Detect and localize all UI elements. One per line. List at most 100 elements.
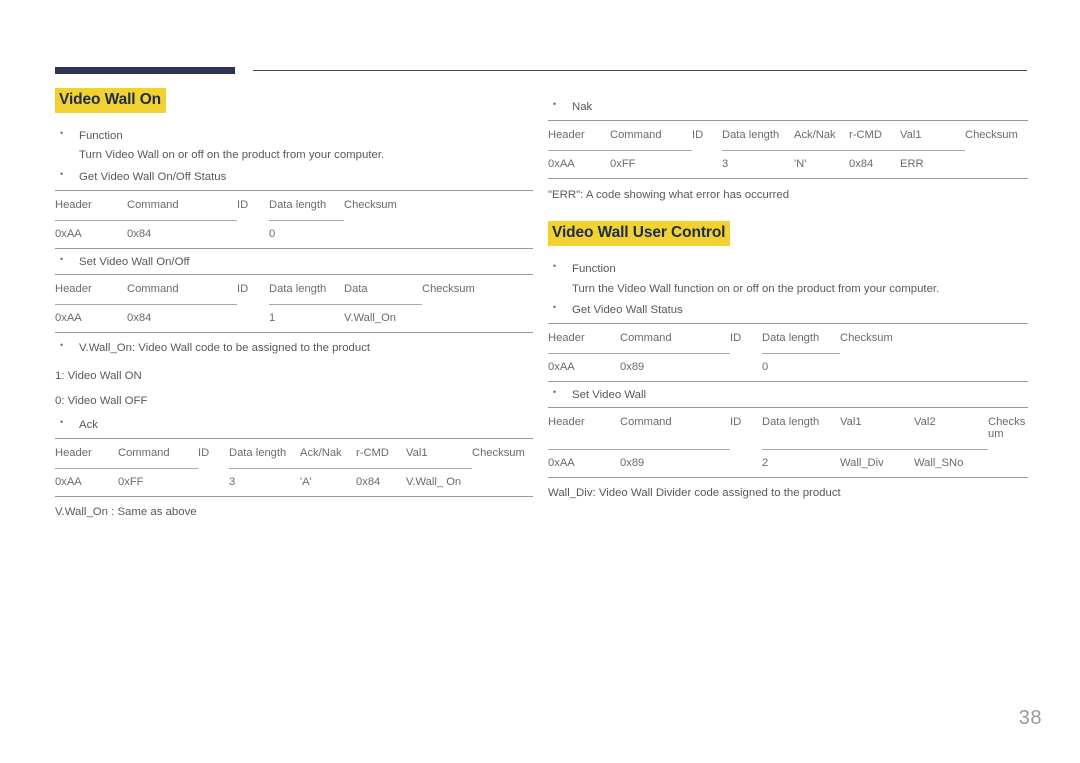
nak-label: Nak [572,101,593,113]
cell-command: 0x89 [620,353,730,382]
col-header-4: Val1 [840,407,914,450]
col-header-3: Data length [762,407,840,450]
col-header-0: Header [55,437,118,469]
get-status-bullet: Get Video Wall On/Off Status [55,167,533,188]
cell-val1: ERR [900,150,965,179]
table-row: 0xAA 0xFF 3 'N' 0x84 ERR [548,150,1028,179]
set-onoff-table-block: Header Command ID Data length Data Check… [55,274,533,334]
col-header-6: Checksum [988,407,1028,450]
cell-id [730,353,762,382]
cell-data: V.Wall_On [344,304,422,334]
cell-ack-nak: 'N' [794,150,849,179]
col-header-3: Data length [269,189,344,221]
cell-id [237,220,269,249]
col-header-1: Command [620,407,730,450]
table-row: 0xAA 0x84 0 [55,220,533,249]
ack-label: Ack [79,419,98,432]
get-status-bullet: Get Video Wall Status [548,300,1028,321]
col-header-1: Command [127,274,237,306]
col-header-1: Command [118,437,198,469]
col-header-2: ID [730,322,762,354]
table-header-row: Header Command ID Data length Ack/Nak r-… [548,119,1028,151]
col-header-0: Header [548,119,610,151]
cell-data-length: 0 [762,353,840,382]
function-bullet: Function Turn Video Wall on or off on th… [55,126,533,166]
col-header-5 [424,189,533,221]
col-header-2: ID [692,119,722,151]
cell-header: 0xAA [55,220,127,249]
page-header-rule [0,0,1080,74]
col-header-1: Command [620,322,730,354]
cell-checksum [344,220,424,249]
col-header-0: Header [548,322,620,354]
err-note: "ERR": A code showing what error has occ… [548,188,790,201]
code-note-text: V.Wall_On: Video Wall code to be assigne… [79,342,371,355]
header-accent-bar [55,67,235,74]
ack-note: V.Wall_On : Same as above [55,505,197,518]
cell-header: 0xAA [548,353,620,382]
set-onoff-label: Set Video Wall On/Off [79,255,190,268]
table-header-row: Header Command ID Data length Checksum [548,322,1028,354]
function-label: Function [572,263,616,276]
set-video-wall-table-block: Header Command ID Data length Val1 Val2 … [548,407,1028,478]
get-status-label: Get Video Wall On/Off Status [79,171,227,184]
table-row: 0xAA 0xFF 3 'A' 0x84 V.Wall_ On [55,468,533,497]
cell-data-length: 0 [269,220,344,249]
col-header-4: Checksum [840,322,920,354]
col-header-2: ID [730,407,762,450]
col-header-6: Val1 [406,437,472,469]
cell-spacer [424,220,533,249]
page-number: 38 [1018,707,1042,729]
function-bullet: Function Turn the Video Wall function on… [548,259,1028,299]
code-value-off: 0: Video Wall OFF [55,395,148,408]
col-header-0: Header [55,274,127,306]
nak-bullet: Nak [548,97,1028,118]
col-header-5: Val2 [914,407,988,450]
table-row: 0xAA 0x89 0 [548,353,1028,382]
table-row: 0xAA 0x89 2 Wall_Div Wall_SNo [548,449,1028,478]
col-header-5: Checksum [422,274,533,305]
right-column: Nak Header Command ID Data length Ack/Na… [548,88,1028,520]
get-status-table-block: Header Command ID Data length Checksum 0… [548,322,1028,382]
col-header-3: Data length [762,322,840,354]
left-heading-wrap: Video Wall On [55,88,533,125]
col-header-4: Data [344,274,422,306]
cell-checksum [988,449,1028,478]
col-header-5: r-CMD [849,119,900,151]
col-header-7: Checksum [472,437,533,469]
cell-id [198,468,229,497]
col-header-5: r-CMD [356,437,406,469]
nak-table-block: Header Command ID Data length Ack/Nak r-… [548,119,1028,179]
set-video-wall-table: Header Command ID Data length Val1 Val2 … [548,407,1028,478]
col-header-6: Val1 [900,119,965,151]
function-label: Function [79,129,123,142]
table-header-row: Header Command ID Data length Ack/Nak r-… [55,437,533,469]
cell-ack-nak: 'A' [300,468,356,497]
cell-header: 0xAA [548,150,610,179]
cell-val1: Wall_Div [840,449,914,478]
table-header-row: Header Command ID Data length Data Check… [55,274,533,306]
col-header-1: Command [127,189,237,221]
cell-command: 0x84 [127,220,237,249]
cell-data-length: 2 [762,449,840,478]
table-header-row: Header Command ID Data length Val1 Val2 … [548,407,1028,450]
cell-r-cmd: 0x84 [356,468,406,497]
get-video-wall-status-table: Header Command ID Data length Checksum 0… [55,189,533,249]
cell-data-length: 3 [229,468,300,497]
cell-checksum [965,150,1028,179]
col-header-2: ID [237,274,269,305]
set-video-wall-label: Set Video Wall [572,388,647,401]
left-column: Video Wall On Function Turn Video Wall o… [55,88,533,538]
set-video-wall-onoff-table: Header Command ID Data length Data Check… [55,274,533,334]
col-header-5 [920,322,1028,354]
cell-command: 0xFF [118,468,198,497]
cell-id [692,150,722,179]
cell-header: 0xAA [55,468,118,497]
cell-spacer [920,353,1028,382]
col-header-2: ID [237,189,269,221]
col-header-3: Data length [229,437,300,469]
header-thin-rule [253,70,1027,72]
cell-val1: V.Wall_ On [406,468,472,497]
cell-command: 0x89 [620,449,730,478]
cell-command: 0xFF [610,150,692,179]
